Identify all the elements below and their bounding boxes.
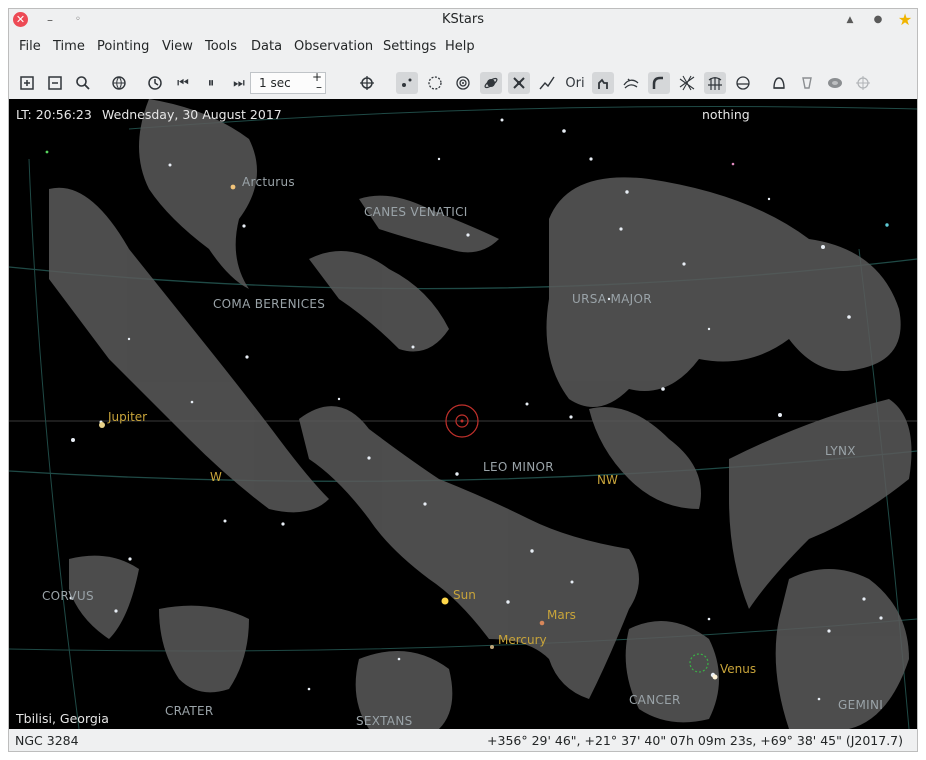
milky-way-icon[interactable] (620, 72, 642, 94)
label-mercury: Mercury (498, 633, 547, 647)
supernovae-toggle-icon[interactable] (536, 72, 558, 94)
label-leo-minor: LEO MINOR (483, 460, 554, 474)
zoom-out-icon[interactable] (44, 72, 66, 94)
telescope-fov-icon[interactable] (796, 72, 818, 94)
sky-map[interactable]: LT: 20:56:23 Wednesday, 30 August 2017 n… (9, 99, 917, 729)
search-icon[interactable] (72, 72, 94, 94)
keep-above-button[interactable]: ▲ (841, 11, 859, 29)
step-back-icon[interactable]: ⏮ (172, 72, 194, 94)
shade-button[interactable]: ● (869, 11, 887, 29)
label-mars: Mars (547, 608, 576, 622)
status-bar: NGC 3284 +356° 29' 46", +21° 37' 40" 07h… (9, 729, 917, 751)
equatorial-grid-icon[interactable] (676, 72, 698, 94)
crosshair-icon[interactable] (356, 72, 378, 94)
stars-toggle-icon[interactable] (396, 72, 418, 94)
date-label: Wednesday, 30 August 2017 (102, 107, 282, 122)
label-coma-berenices: COMA BERENICES (213, 297, 326, 311)
constellation-art-icon[interactable] (648, 72, 670, 94)
zoom-in-icon[interactable] (16, 72, 38, 94)
window-title: KStars (442, 12, 484, 27)
label-crater: CRATER (165, 704, 214, 718)
constellation-lines-icon[interactable] (592, 72, 614, 94)
target-toggle-icon[interactable] (452, 72, 474, 94)
location-label: Tbilisi, Georgia (16, 711, 109, 726)
menu-time[interactable]: Time (53, 39, 85, 54)
label-ursa-major: URSA MAJOR (572, 292, 652, 306)
star-icon[interactable]: ★ (896, 11, 914, 29)
label-canes-venatici: CANES VENATICI (364, 205, 468, 219)
horizontal-grid-icon[interactable] (704, 72, 726, 94)
menu-bar: File Time Pointing View Tools Data Obser… (9, 33, 917, 61)
horizon-ground-icon[interactable] (732, 72, 754, 94)
focus-object-label: nothing (702, 107, 750, 122)
label-gemini: GEMINI (838, 698, 884, 712)
label-venus: Venus (720, 662, 757, 676)
label-jupiter: Jupiter (108, 410, 148, 424)
constellation-names-icon[interactable]: Ori (564, 72, 586, 94)
menu-pointing[interactable]: Pointing (97, 39, 149, 54)
menu-tools[interactable]: Tools (205, 39, 237, 54)
local-time: LT: 20:56:23 (16, 107, 92, 122)
satellites-toggle-icon[interactable] (508, 72, 530, 94)
menu-data[interactable]: Data (251, 39, 282, 54)
label-cancer: CANCER (629, 693, 681, 707)
menu-view[interactable]: View (162, 39, 193, 54)
step-forward-icon[interactable]: ⏭ (228, 72, 250, 94)
ekos-target-icon[interactable] (852, 72, 874, 94)
label-sun: Sun (453, 588, 476, 602)
flags-icon[interactable] (768, 72, 790, 94)
globe-icon[interactable] (108, 72, 130, 94)
label-sextans: SEXTANS (356, 714, 413, 728)
time-step-value: 1 sec (259, 76, 291, 90)
title-bar[interactable]: ✕ – ◦ KStars ▲ ● ★ (9, 9, 917, 33)
status-object: NGC 3284 (15, 733, 79, 748)
time-step-decrease[interactable]: – (316, 80, 322, 94)
main-toolbar: ⏮ ⏸ ⏭ 1 sec + – Ori (9, 65, 917, 101)
planets-toggle-icon[interactable] (480, 72, 502, 94)
direction-w: W (210, 470, 222, 484)
status-coordinates: +356° 29' 46", +21° 37' 40" 07h 09m 23s,… (487, 733, 903, 748)
clock-icon[interactable] (144, 72, 166, 94)
menu-settings[interactable]: Settings (383, 39, 436, 54)
deep-sky-toggle-icon[interactable] (424, 72, 446, 94)
menu-help[interactable]: Help (445, 39, 475, 54)
menu-file[interactable]: File (19, 39, 41, 54)
kstars-window: ✕ – ◦ KStars ▲ ● ★ File Time Pointing Vi… (8, 8, 918, 752)
pause-icon[interactable]: ⏸ (200, 72, 222, 94)
hips-overlay-icon[interactable] (824, 72, 846, 94)
direction-nw: NW (597, 473, 618, 487)
label-lynx: LYNX (825, 444, 856, 458)
time-step-spinbox[interactable]: 1 sec + – (250, 70, 326, 94)
label-arcturus: Arcturus (242, 175, 295, 189)
label-corvus: CORVUS (42, 589, 94, 603)
menu-observation[interactable]: Observation (294, 39, 373, 54)
